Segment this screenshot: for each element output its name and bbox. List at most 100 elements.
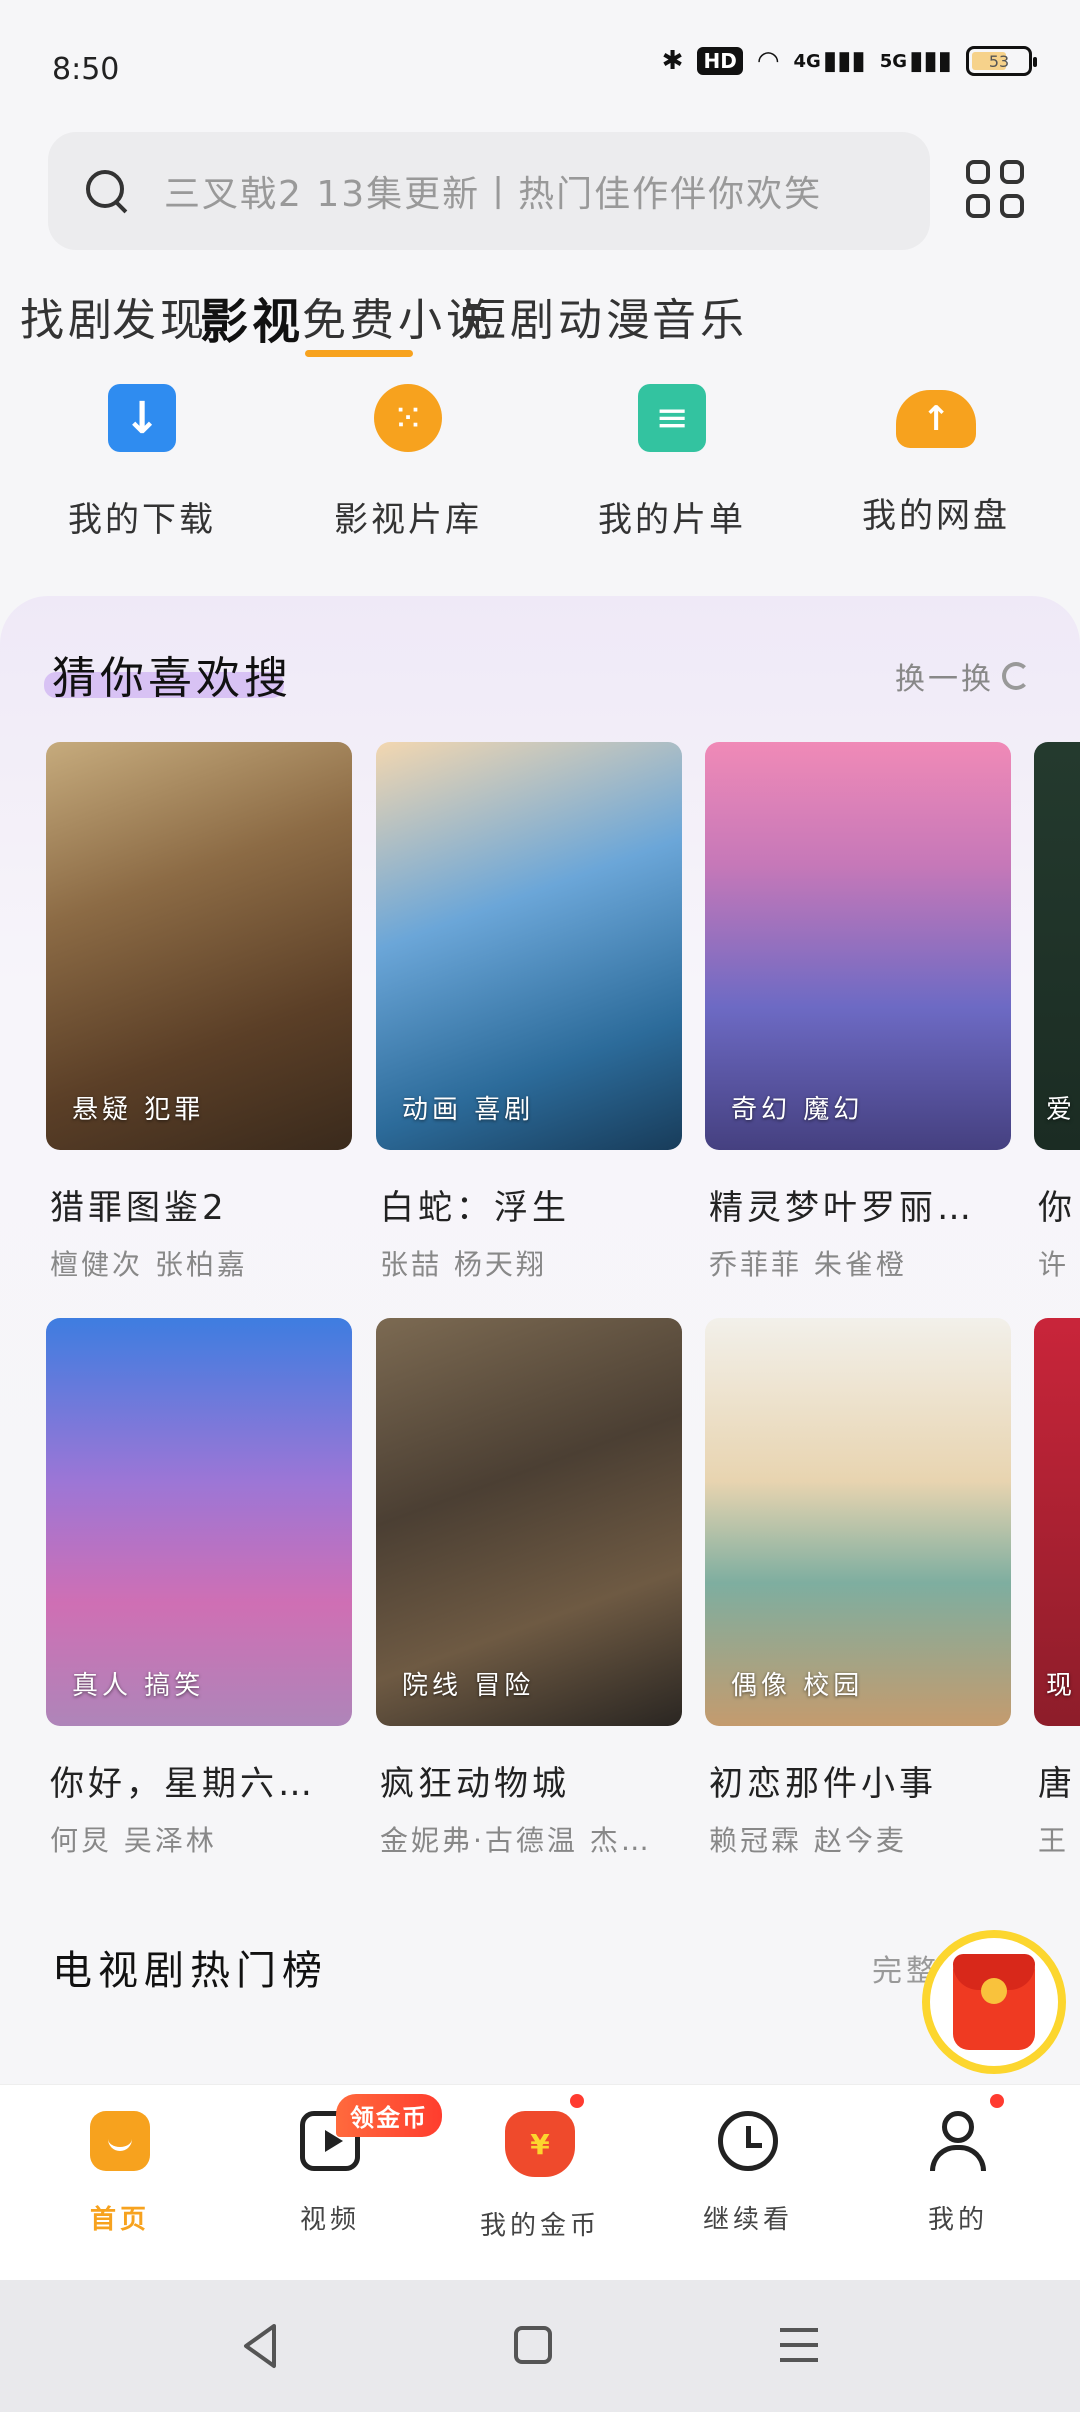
card-title: 疯狂动物城	[380, 1764, 570, 1804]
coin-bag-icon	[505, 2111, 575, 2177]
cloud-drive-icon	[896, 390, 976, 448]
home-icon	[90, 2111, 150, 2171]
refresh-label: 换一换	[895, 662, 994, 697]
me-red-dot	[990, 2094, 1004, 2108]
media-card[interactable]: 爱 你 许	[1034, 742, 1080, 1283]
card-title: 唐	[1038, 1764, 1076, 1804]
card-cast: 金妮弗·古德温 杰…	[380, 1824, 652, 1857]
nav-label: 继续看	[702, 2205, 793, 2235]
genre-tag: 现	[1046, 1671, 1077, 1701]
card-cast: 许	[1038, 1248, 1070, 1281]
home-square-icon[interactable]	[514, 2326, 552, 2364]
wifi-icon: ◠	[756, 46, 780, 76]
nav-continue-watching[interactable]: 继续看	[658, 2111, 838, 2236]
poster-image: 奇幻 魔幻	[705, 742, 1011, 1150]
card-title: 精灵梦叶罗丽…	[709, 1188, 975, 1228]
card-cast: 王	[1038, 1824, 1070, 1857]
signal-5g-icon: 5G ▮▮▮	[879, 46, 952, 76]
poster-image: 真人 搞笑	[46, 1318, 352, 1726]
nav-me[interactable]: 我的	[868, 2111, 1048, 2236]
recommend-title: 猜你喜欢搜	[52, 653, 292, 704]
status-time: 8:50	[52, 52, 120, 87]
card-title: 白蛇：浮生	[380, 1188, 570, 1228]
poster-image: 院线 冒险	[376, 1318, 682, 1726]
card-cast: 乔菲菲 朱雀橙	[709, 1248, 907, 1281]
card-cast: 赖冠霖 赵今麦	[709, 1824, 907, 1857]
channel-tabs: 找剧 发现 影视 免费小说 短剧 动漫 音乐	[0, 284, 1080, 364]
quick-my-playlist[interactable]: 我的片单	[572, 384, 772, 541]
nav-label: 视频	[299, 2205, 360, 2235]
film-library-icon	[374, 384, 442, 452]
bottom-nav: 首页 视频 我的金币 继续看 我的	[0, 2084, 1080, 2280]
status-icons: ✱ HD ◠ 4G ▮▮▮ 5G ▮▮▮ 53	[661, 46, 1037, 76]
quick-label: 我的片单	[598, 500, 746, 540]
nav-my-coins[interactable]: 我的金币	[450, 2111, 630, 2242]
category-grid-icon[interactable]	[966, 160, 1024, 218]
net-5g-label: 5G	[879, 50, 908, 72]
quick-film-library[interactable]: 影视片库	[308, 384, 508, 541]
tab-music[interactable]: 音乐	[652, 284, 748, 348]
media-card[interactable]: 偶像 校园 初恋那件小事 赖冠霖 赵今麦	[705, 1318, 1011, 1859]
genre-tag: 动画 喜剧	[402, 1095, 535, 1125]
media-card[interactable]: 现 唐 王	[1034, 1318, 1080, 1859]
poster-image: 爱	[1034, 742, 1080, 1150]
quick-label: 影视片库	[334, 500, 482, 540]
card-title: 初恋那件小事	[709, 1764, 937, 1804]
bluetooth-icon: ✱	[661, 46, 684, 76]
nav-label: 首页	[89, 2205, 150, 2235]
active-tab-indicator	[305, 350, 413, 357]
quick-my-downloads[interactable]: 我的下载	[42, 384, 242, 541]
genre-tag: 奇幻 魔幻	[731, 1095, 864, 1125]
tab-discover[interactable]: 发现	[112, 284, 208, 348]
genre-tag: 爱	[1046, 1095, 1077, 1125]
genre-tag: 偶像 校园	[731, 1671, 864, 1701]
genre-tag: 院线 冒险	[402, 1671, 535, 1701]
search-placeholder: 三叉戟2 13集更新丨热门佳作伴你欢笑	[164, 174, 823, 215]
coins-red-dot	[570, 2094, 584, 2108]
poster-image: 现	[1034, 1318, 1080, 1726]
poster-image: 动画 喜剧	[376, 742, 682, 1150]
tab-find-drama[interactable]: 找剧	[20, 284, 116, 348]
user-icon	[928, 2111, 988, 2171]
search-bar[interactable]: 三叉戟2 13集更新丨热门佳作伴你欢笑	[48, 132, 930, 250]
nav-home[interactable]: 首页	[30, 2111, 210, 2236]
battery-icon: 53	[966, 46, 1037, 76]
tab-short-drama[interactable]: 短剧	[462, 284, 558, 348]
red-packet-icon	[953, 1954, 1035, 2050]
hd-badge: HD	[697, 47, 743, 75]
card-cast: 何炅 吴泽林	[50, 1824, 217, 1857]
quick-label: 我的下载	[68, 500, 216, 540]
quick-cloud-drive[interactable]: 我的网盘	[836, 384, 1036, 537]
tab-anime[interactable]: 动漫	[558, 284, 654, 348]
card-title: 你好，星期六…	[50, 1764, 316, 1804]
battery-level: 53	[988, 51, 1010, 71]
media-card[interactable]: 悬疑 犯罪 猎罪图鉴2 檀健次 张柏嘉	[46, 742, 352, 1283]
history-clock-icon	[718, 2111, 778, 2171]
media-card[interactable]: 动画 喜剧 白蛇：浮生 张喆 杨天翔	[376, 742, 682, 1283]
quick-label: 我的网盘	[862, 496, 1010, 536]
card-cast: 张喆 杨天翔	[380, 1248, 547, 1281]
tab-movies[interactable]: 影视	[200, 284, 304, 352]
media-card[interactable]: 真人 搞笑 你好，星期六… 何炅 吴泽林	[46, 1318, 352, 1859]
net-4g-label: 4G	[793, 50, 821, 72]
genre-tag: 悬疑 犯罪	[72, 1095, 205, 1125]
signal-4g-icon: 4G ▮▮▮	[793, 46, 866, 76]
genre-tag: 真人 搞笑	[72, 1671, 205, 1701]
nav-label: 我的	[927, 2205, 988, 2235]
earn-coins-badge: 领金币	[336, 2094, 442, 2137]
search-icon	[84, 168, 130, 214]
red-packet-float-button[interactable]	[922, 1930, 1066, 2074]
refresh-button[interactable]: 换一换	[895, 654, 1030, 698]
recent-apps-icon[interactable]	[780, 2328, 818, 2362]
poster-image: 偶像 校园	[705, 1318, 1011, 1726]
download-icon	[108, 384, 176, 452]
back-icon[interactable]	[240, 2322, 280, 2370]
status-bar: 8:50 ✱ HD ◠ 4G ▮▮▮ 5G ▮▮▮ 53	[0, 0, 1080, 130]
tv-hot-chart-title: 电视剧热门榜	[52, 1948, 328, 1994]
refresh-icon	[1002, 662, 1030, 690]
system-nav-bar	[0, 2280, 1080, 2412]
media-card[interactable]: 院线 冒险 疯狂动物城 金妮弗·古德温 杰…	[376, 1318, 682, 1859]
nav-label: 我的金币	[479, 2211, 600, 2241]
poster-image: 悬疑 犯罪	[46, 742, 352, 1150]
media-card[interactable]: 奇幻 魔幻 精灵梦叶罗丽… 乔菲菲 朱雀橙	[705, 742, 1011, 1283]
